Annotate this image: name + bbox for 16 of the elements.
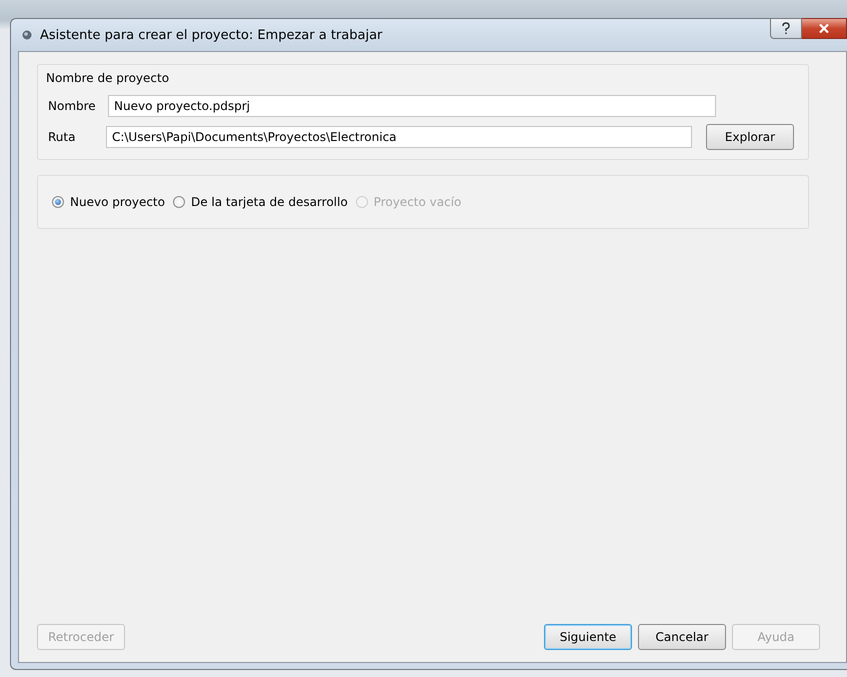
help-button[interactable] <box>770 18 802 39</box>
radio-option[interactable]: Nuevo proyecto <box>52 195 165 209</box>
dialog-button[interactable]: Siguiente <box>544 624 632 650</box>
app-icon <box>22 30 32 40</box>
dialog-button[interactable]: Cancelar <box>638 624 726 650</box>
radio-option[interactable]: De la tarjeta de desarrollo <box>172 195 348 209</box>
field-label: Ruta <box>48 130 76 144</box>
help-icon <box>781 22 791 35</box>
window-title: Asistente para crear el proyecto: Empezar a trabajar <box>40 28 384 42</box>
text-field[interactable]: Nuevo proyecto.pdsprj <box>108 95 716 117</box>
browse-button[interactable]: Explorar <box>706 124 794 150</box>
group-title: Nombre de proyecto <box>46 71 170 85</box>
field-label: Nombre <box>48 99 97 113</box>
close-button[interactable] <box>802 18 847 39</box>
close-icon <box>818 23 830 34</box>
text-field[interactable]: C:\Users\Papi\Documents\Proyectos\Electronica <box>106 126 692 148</box>
